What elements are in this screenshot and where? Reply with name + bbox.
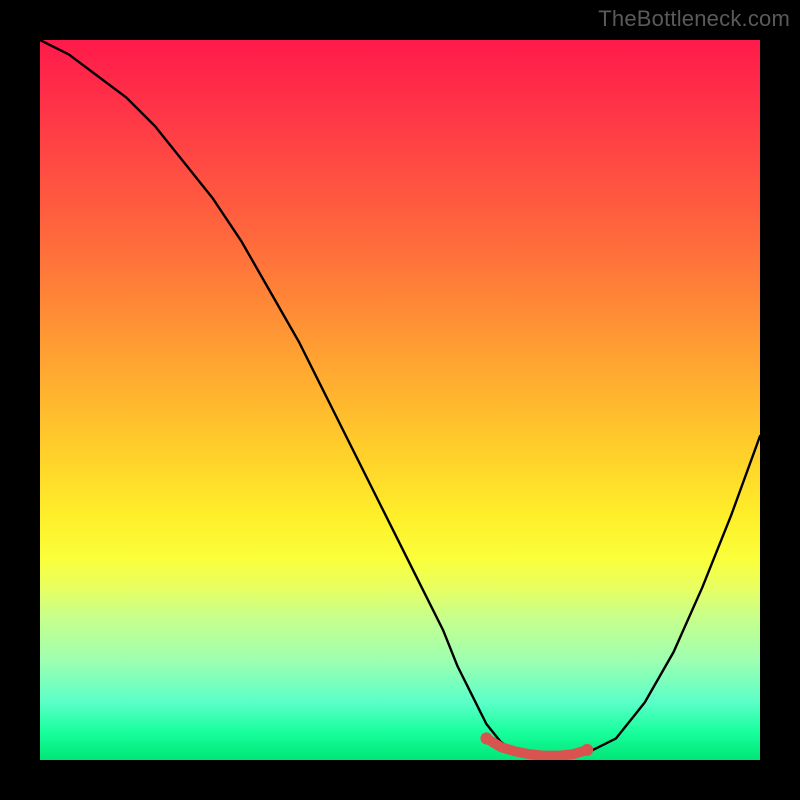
optimal-dot-right [581,744,593,756]
optimal-dot-left [480,732,492,744]
chart-stage: TheBottleneck.com [0,0,800,800]
bottleneck-curve [40,40,760,757]
chart-svg [40,40,760,760]
plot-area [40,40,760,760]
watermark-text: TheBottleneck.com [598,6,790,32]
